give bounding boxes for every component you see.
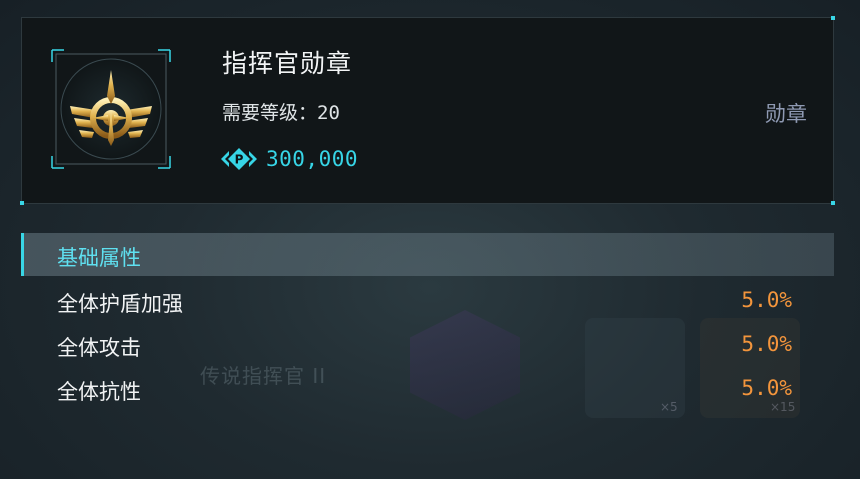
item-category: 勋章 [765,102,807,126]
price-row: P 300,000 [220,146,358,172]
corner-accent [20,201,24,205]
attribute-label: 全体抗性 [57,380,141,404]
section-base-attributes: 基础属性 [21,233,834,276]
attribute-value: 5.0% [741,332,792,356]
attribute-value: 5.0% [741,288,792,312]
commander-medal-icon [51,49,171,169]
currency-p-icon: P [221,148,257,170]
required-level-label: 需要等级： [222,102,318,124]
item-info-card: 指挥官勋章 需要等级：20 P 300,000 勋章 [20,16,835,205]
required-level-value: 20 [317,102,340,124]
attribute-row: 全体攻击 5.0% [21,326,834,366]
attribute-row: 全体抗性 5.0% [21,370,834,410]
attribute-label: 全体护盾加强 [57,292,183,316]
attribute-value: 5.0% [741,376,792,400]
attribute-row: 全体护盾加强 5.0% [21,282,834,322]
item-name: 指挥官勋章 [222,49,353,78]
corner-accent [831,16,835,20]
attribute-label: 全体攻击 [57,336,141,360]
corner-accent [831,201,835,205]
section-title: 基础属性 [57,246,141,270]
price-value: 300,000 [266,147,359,171]
required-level: 需要等级：20 [222,98,340,125]
item-icon-frame [50,48,172,170]
svg-text:P: P [235,153,244,167]
